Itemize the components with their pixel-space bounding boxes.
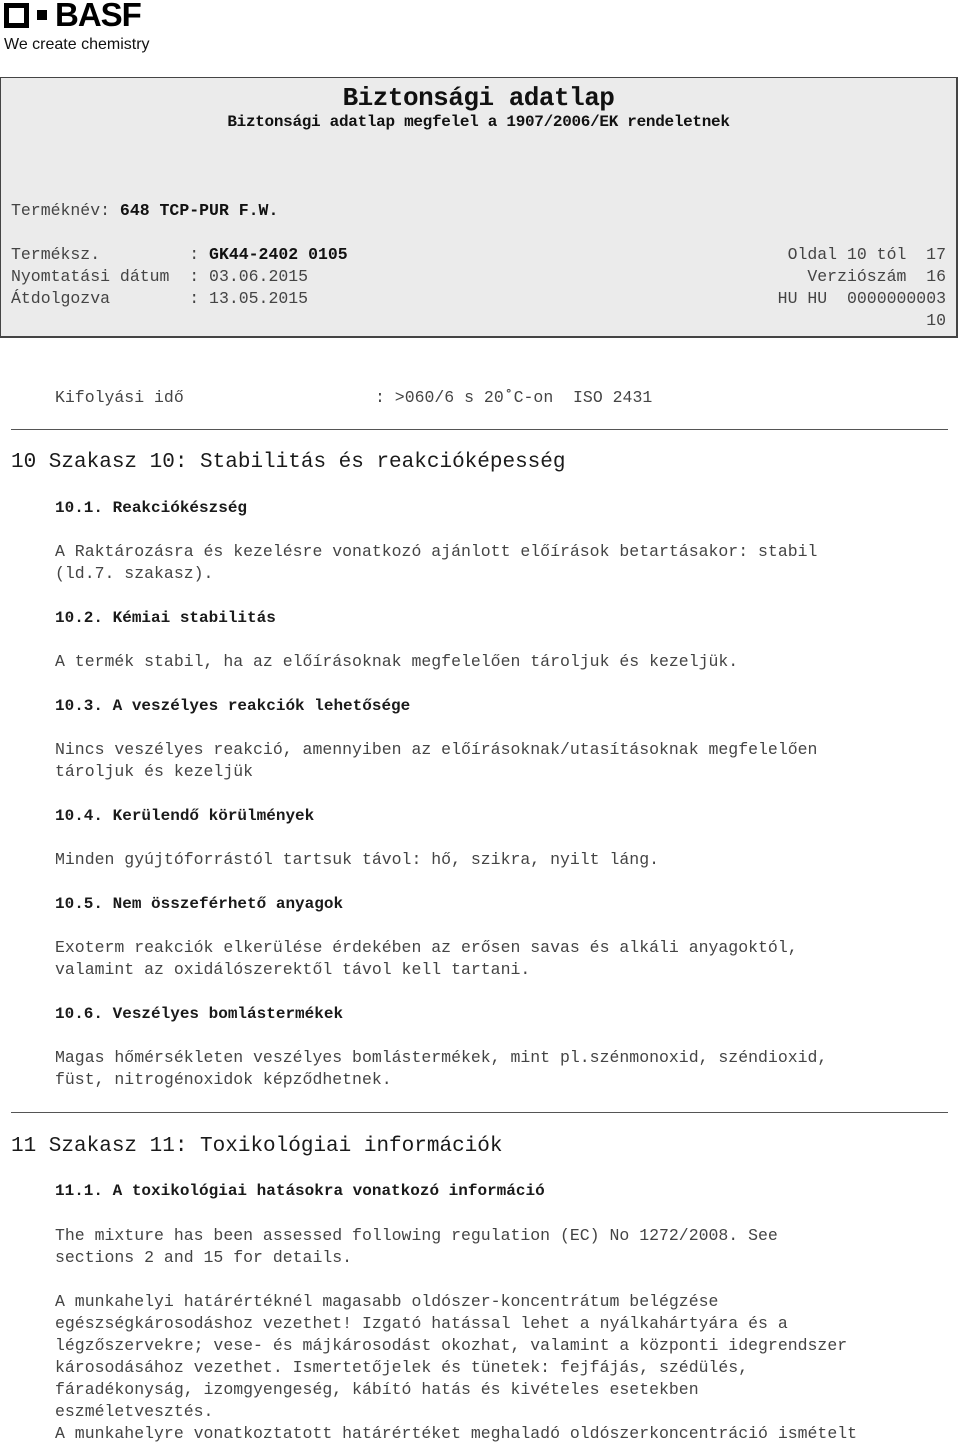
logo-brand: BASF [55, 0, 142, 33]
revised-date: 13.05.2015 [209, 289, 309, 308]
product-no-label: Terméksz. : [11, 245, 210, 264]
section-divider [11, 1112, 948, 1113]
logo-square-outline-icon [4, 2, 29, 28]
print-date-line: Nyomtatási dátum : 03.06.2015 [11, 266, 308, 288]
document-code-suffix: 10 [926, 311, 946, 330]
subsection-10-4-text: Minden gyújtóforrástól tartsuk távol: hő… [55, 850, 659, 869]
document-code: HU HU 0000000003 [777, 289, 946, 308]
subsection-11-1-text: The mixture has been assessed following … [55, 1226, 778, 1267]
logo-tagline: We create chemistry [4, 36, 150, 53]
subsection-10-2-text: A termék stabil, ha az előírásoknak megf… [55, 652, 739, 671]
print-date: 03.06.2015 [209, 267, 309, 286]
subsection-10-3-title: 10.3. A veszélyes reakciók lehetősége [55, 697, 411, 715]
product-name-label: Terméknév: [11, 201, 120, 220]
page-info: Oldal 10 tól 17 [787, 245, 946, 264]
document-title: Biztonsági adatlap [342, 83, 615, 113]
print-date-label: Nyomtatási dátum : [11, 267, 210, 286]
section-10-title: 10 Szakasz 10: Stabilitás és reakcióképe… [11, 451, 566, 474]
section-11-paragraph: A munkahelyi határértéknél magasabb oldó… [55, 1292, 858, 1443]
subsection-10-5-text: Exoterm reakciók elkerülése érdekében az… [55, 938, 798, 979]
revised-line: Átdolgozva : 13.05.2015 [11, 288, 308, 310]
version-number: Verziószám 16 [807, 267, 946, 286]
flow-time-value: : >060/6 s 20˚C-on ISO 2431 [375, 388, 653, 407]
logo-mark: BASF [4, 0, 150, 33]
subsection-10-6-title: 10.6. Veszélyes bomlástermékek [55, 1005, 344, 1023]
logo-square-solid-icon [37, 10, 47, 20]
subsection-10-4-title: 10.4. Kerülendő körülmények [55, 807, 315, 825]
flow-time-label: Kifolyási idő [55, 388, 184, 407]
subsection-10-6-text: Magas hőmérsékleten veszélyes bomlásterm… [55, 1048, 828, 1089]
subsection-10-1-text: A Raktározásra és kezelésre vonatkozó aj… [55, 542, 818, 583]
subsection-10-5-title: 10.5. Nem összeférhető anyagok [55, 895, 344, 913]
section-divider [11, 429, 948, 430]
product-name-line: Terméknév: 648 TCP-PUR F.W. [11, 200, 278, 222]
revised-label: Átdolgozva : [11, 289, 210, 308]
basf-logo: BASF We create chemistry [4, 0, 150, 54]
document-header: Biztonsági adatlap Biztonsági adatlap me… [0, 77, 958, 338]
product-no: GK44-2402 0105 [209, 245, 348, 264]
subsection-11-1-title: 11.1. A toxikológiai hatásokra vonatkozó… [55, 1182, 545, 1200]
document-subtitle: Biztonsági adatlap megfelel a 1907/2006/… [227, 113, 730, 131]
subsection-10-1-title: 10.1. Reakciókészség [55, 499, 248, 517]
section-11-title: 11 Szakasz 11: Toxikológiai információk [11, 1135, 503, 1158]
subsection-10-2-title: 10.2. Kémiai stabilitás [55, 609, 276, 627]
product-no-line: Terméksz. : GK44-2402 0105 [11, 244, 348, 266]
subsection-10-3-text: Nincs veszélyes reakció, amennyiben az e… [55, 740, 818, 781]
product-name: 648 TCP-PUR F.W. [119, 201, 279, 220]
